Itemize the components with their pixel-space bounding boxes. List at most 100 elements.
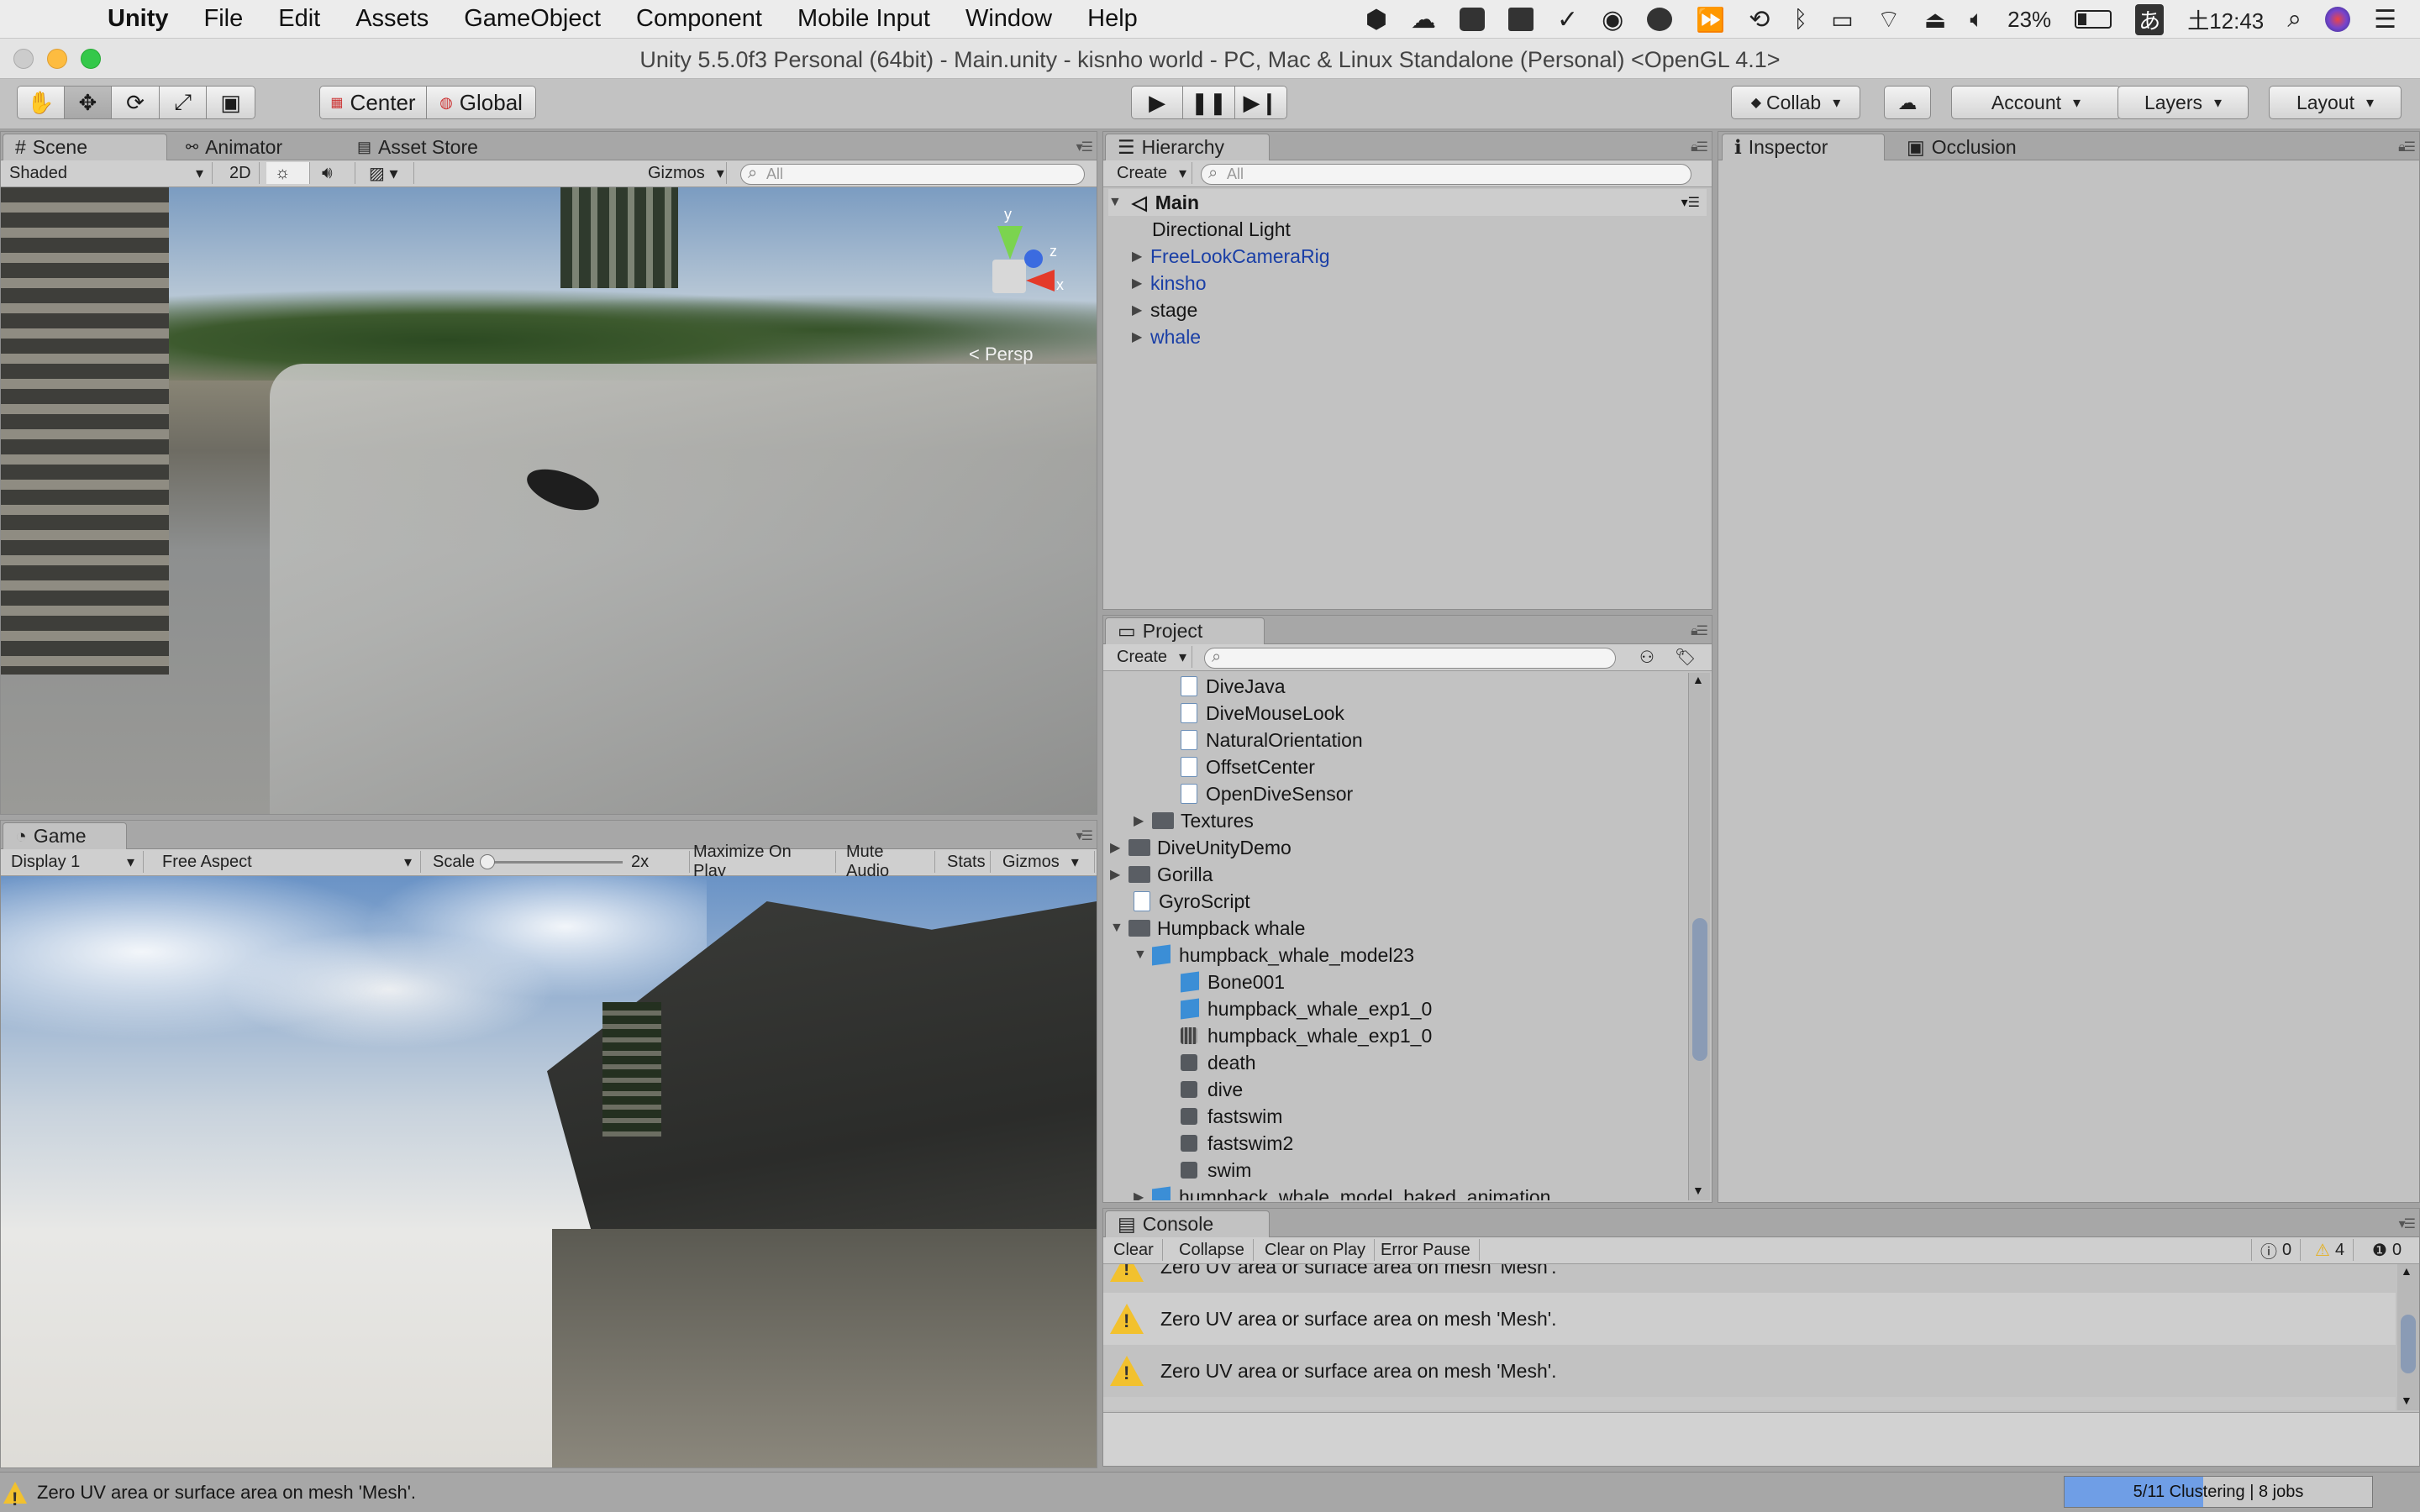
console-clear-on-play-button[interactable]: Clear on Play: [1256, 1239, 1376, 1261]
clipboard-icon[interactable]: [1508, 8, 1534, 31]
project-item-offsetcenter[interactable]: OffsetCenter: [1181, 753, 1315, 780]
menu-edit[interactable]: Edit: [278, 5, 320, 33]
gizmo-z-cone[interactable]: [1024, 249, 1043, 268]
console-log-row[interactable]: Zero UV area or surface area on mesh 'Me…: [1103, 1293, 2396, 1345]
gizmo-center-cube[interactable]: [992, 260, 1026, 293]
menu-component[interactable]: Component: [636, 5, 762, 33]
tab-project[interactable]: ▭ Project: [1105, 617, 1265, 644]
hierarchy-item-kinsho[interactable]: ▶ kinsho: [1132, 270, 1206, 297]
project-item-gorilla[interactable]: ▶ Gorilla: [1110, 861, 1213, 888]
menu-assets[interactable]: Assets: [355, 5, 429, 33]
scene-lighting-icon[interactable]: ☼: [266, 162, 310, 184]
radio-icon[interactable]: ◉: [1602, 5, 1623, 34]
grid-app-icon[interactable]: [1460, 8, 1486, 31]
project-scrollbar-thumb[interactable]: [1692, 918, 1707, 1061]
project-item-humpback-whale-exp1-mesh[interactable]: humpback_whale_exp1_0: [1181, 995, 1432, 1022]
project-item-humpback-whale-model23[interactable]: ▼ humpback_whale_model23: [1134, 942, 1414, 969]
console-info-filter[interactable]: ⓘ 0: [2251, 1239, 2302, 1262]
project-item-bone001[interactable]: Bone001: [1181, 969, 1285, 995]
hierarchy-item-stage[interactable]: ▶ stage: [1132, 297, 1197, 323]
airplay-icon[interactable]: ▭: [1831, 6, 1853, 34]
display-dropdown[interactable]: Display 1: [3, 851, 144, 873]
pivot-global-button[interactable]: ◍ Global: [427, 87, 535, 118]
pause-icon[interactable]: ❚❚: [1183, 87, 1235, 118]
project-item-fastswim2[interactable]: fastswim2: [1181, 1130, 1293, 1157]
scene-panel-menu-icon[interactable]: ▾☰: [1076, 139, 1093, 155]
project-item-naturalorientation[interactable]: NaturalOrientation: [1181, 727, 1363, 753]
hierarchy-lock-menu-icon[interactable]: 🔒︎☰: [1691, 139, 1708, 155]
project-item-fastswim[interactable]: fastswim: [1181, 1103, 1282, 1130]
expand-arrow-icon[interactable]: ▶: [1132, 248, 1150, 265]
toggle-2d-button[interactable]: 2D: [221, 162, 260, 184]
project-item-dive[interactable]: dive: [1181, 1076, 1243, 1103]
inspector-lock-menu-icon[interactable]: 🔒︎☰: [2398, 139, 2416, 155]
cloud-services-icon[interactable]: ☁: [1884, 86, 1931, 119]
menu-gameobject[interactable]: GameObject: [464, 5, 601, 33]
gizmo-y-cone[interactable]: [997, 226, 1023, 260]
scene-options-icon[interactable]: ▾☰: [1681, 194, 1700, 211]
menu-help[interactable]: Help: [1087, 5, 1138, 33]
project-item-humpback-whale-exp1-grid[interactable]: humpback_whale_exp1_0: [1181, 1022, 1432, 1049]
status-message[interactable]: Zero UV area or surface area on mesh 'Me…: [3, 1479, 416, 1510]
lighting-progress-bar[interactable]: 5/11 Clustering | 8 jobs: [2064, 1476, 2373, 1508]
account-dropdown[interactable]: Account: [1951, 86, 2121, 119]
console-clear-button[interactable]: Clear: [1105, 1239, 1163, 1261]
console-scroll-up-icon[interactable]: ▲: [2401, 1264, 2412, 1278]
maximize-on-play-toggle[interactable]: Maximize On Play: [685, 843, 836, 880]
battery-icon[interactable]: [2075, 10, 2112, 29]
game-gizmos-dropdown[interactable]: Gizmos: [994, 851, 1095, 873]
console-collapse-button[interactable]: Collapse: [1171, 1239, 1254, 1261]
cloud-icon[interactable]: ☁: [1411, 5, 1436, 34]
game-panel-menu-icon[interactable]: ▾☰: [1076, 827, 1093, 844]
scale-slider-thumb[interactable]: [480, 854, 495, 869]
layout-dropdown[interactable]: Layout: [2269, 86, 2402, 119]
scene-root-row[interactable]: ▼ ◁ Main ▾☰: [1108, 189, 1707, 216]
projection-persp-toggle[interactable]: < Persp: [969, 344, 1033, 365]
tab-game[interactable]: ◔ Game: [3, 822, 127, 849]
project-lock-menu-icon[interactable]: 🔒︎☰: [1691, 622, 1708, 639]
project-item-divemouselook[interactable]: DiveMouseLook: [1181, 700, 1344, 727]
gizmo-x-cone[interactable]: [1026, 270, 1055, 291]
project-item-swim[interactable]: swim: [1181, 1157, 1251, 1184]
hand-tool-icon[interactable]: ✋: [18, 87, 65, 118]
scale-slider-track[interactable]: [483, 861, 623, 864]
scale-tool-icon[interactable]: ⤢: [159, 87, 208, 118]
menu-window[interactable]: Window: [965, 5, 1052, 33]
pivot-center-button[interactable]: ▦ Center: [320, 87, 428, 118]
project-item-gyroscript[interactable]: GyroScript: [1134, 888, 1250, 915]
scene-gizmos-dropdown[interactable]: Gizmos: [639, 162, 727, 184]
aspect-dropdown[interactable]: Free Aspect: [154, 851, 421, 873]
time-machine-icon[interactable]: ⟲: [1749, 5, 1770, 34]
hierarchy-search-input[interactable]: All: [1201, 164, 1691, 185]
console-scrollbar[interactable]: ▲ ▼: [2397, 1264, 2419, 1410]
hierarchy-item-freelookcamerarig[interactable]: ▶ FreeLookCameraRig: [1132, 243, 1329, 270]
scene-orientation-gizmo[interactable]: y x z: [955, 201, 1065, 310]
project-search-input[interactable]: [1204, 648, 1616, 669]
layers-dropdown[interactable]: Layers: [2118, 86, 2249, 119]
console-error-pause-button[interactable]: Error Pause: [1372, 1239, 1480, 1261]
expand-arrow-icon[interactable]: ▶: [1132, 275, 1150, 291]
eject-icon[interactable]: ⏏: [1924, 6, 1946, 34]
input-method-icon[interactable]: あ: [2135, 3, 2165, 35]
tab-console[interactable]: ▤ Console: [1105, 1210, 1270, 1237]
app-menu[interactable]: Unity: [108, 5, 169, 33]
game-viewport[interactable]: [1, 876, 1097, 1467]
project-item-divejava[interactable]: DiveJava: [1181, 673, 1286, 700]
expand-arrow-icon[interactable]: ▶: [1134, 812, 1152, 829]
hierarchy-item-whale[interactable]: ▶ whale: [1132, 323, 1201, 350]
expand-arrow-icon[interactable]: ▶: [1134, 1189, 1152, 1200]
expand-arrow-icon[interactable]: ▼: [1110, 921, 1128, 936]
fast-forward-icon[interactable]: ⏩: [1696, 6, 1725, 34]
dropbox-icon[interactable]: ⬢: [1365, 5, 1387, 34]
search-by-label-icon[interactable]: 🏷︎: [1666, 646, 1702, 668]
scene-effects-icon[interactable]: ▨ ▾: [360, 162, 414, 184]
expand-arrow-icon[interactable]: ▶: [1132, 328, 1150, 345]
volume-icon[interactable]: 🔈︎: [1970, 6, 1984, 34]
expand-arrow-icon[interactable]: ▶: [1110, 866, 1128, 883]
expand-arrow-icon[interactable]: ▼: [1108, 195, 1127, 210]
siri-icon[interactable]: [2325, 7, 2351, 32]
console-panel-menu-icon[interactable]: ▾☰: [2399, 1215, 2416, 1232]
project-item-death[interactable]: death: [1181, 1049, 1256, 1076]
project-scrollbar[interactable]: ▲ ▼: [1688, 673, 1710, 1200]
project-item-humpback-whale[interactable]: ▼ Humpback whale: [1110, 915, 1305, 942]
